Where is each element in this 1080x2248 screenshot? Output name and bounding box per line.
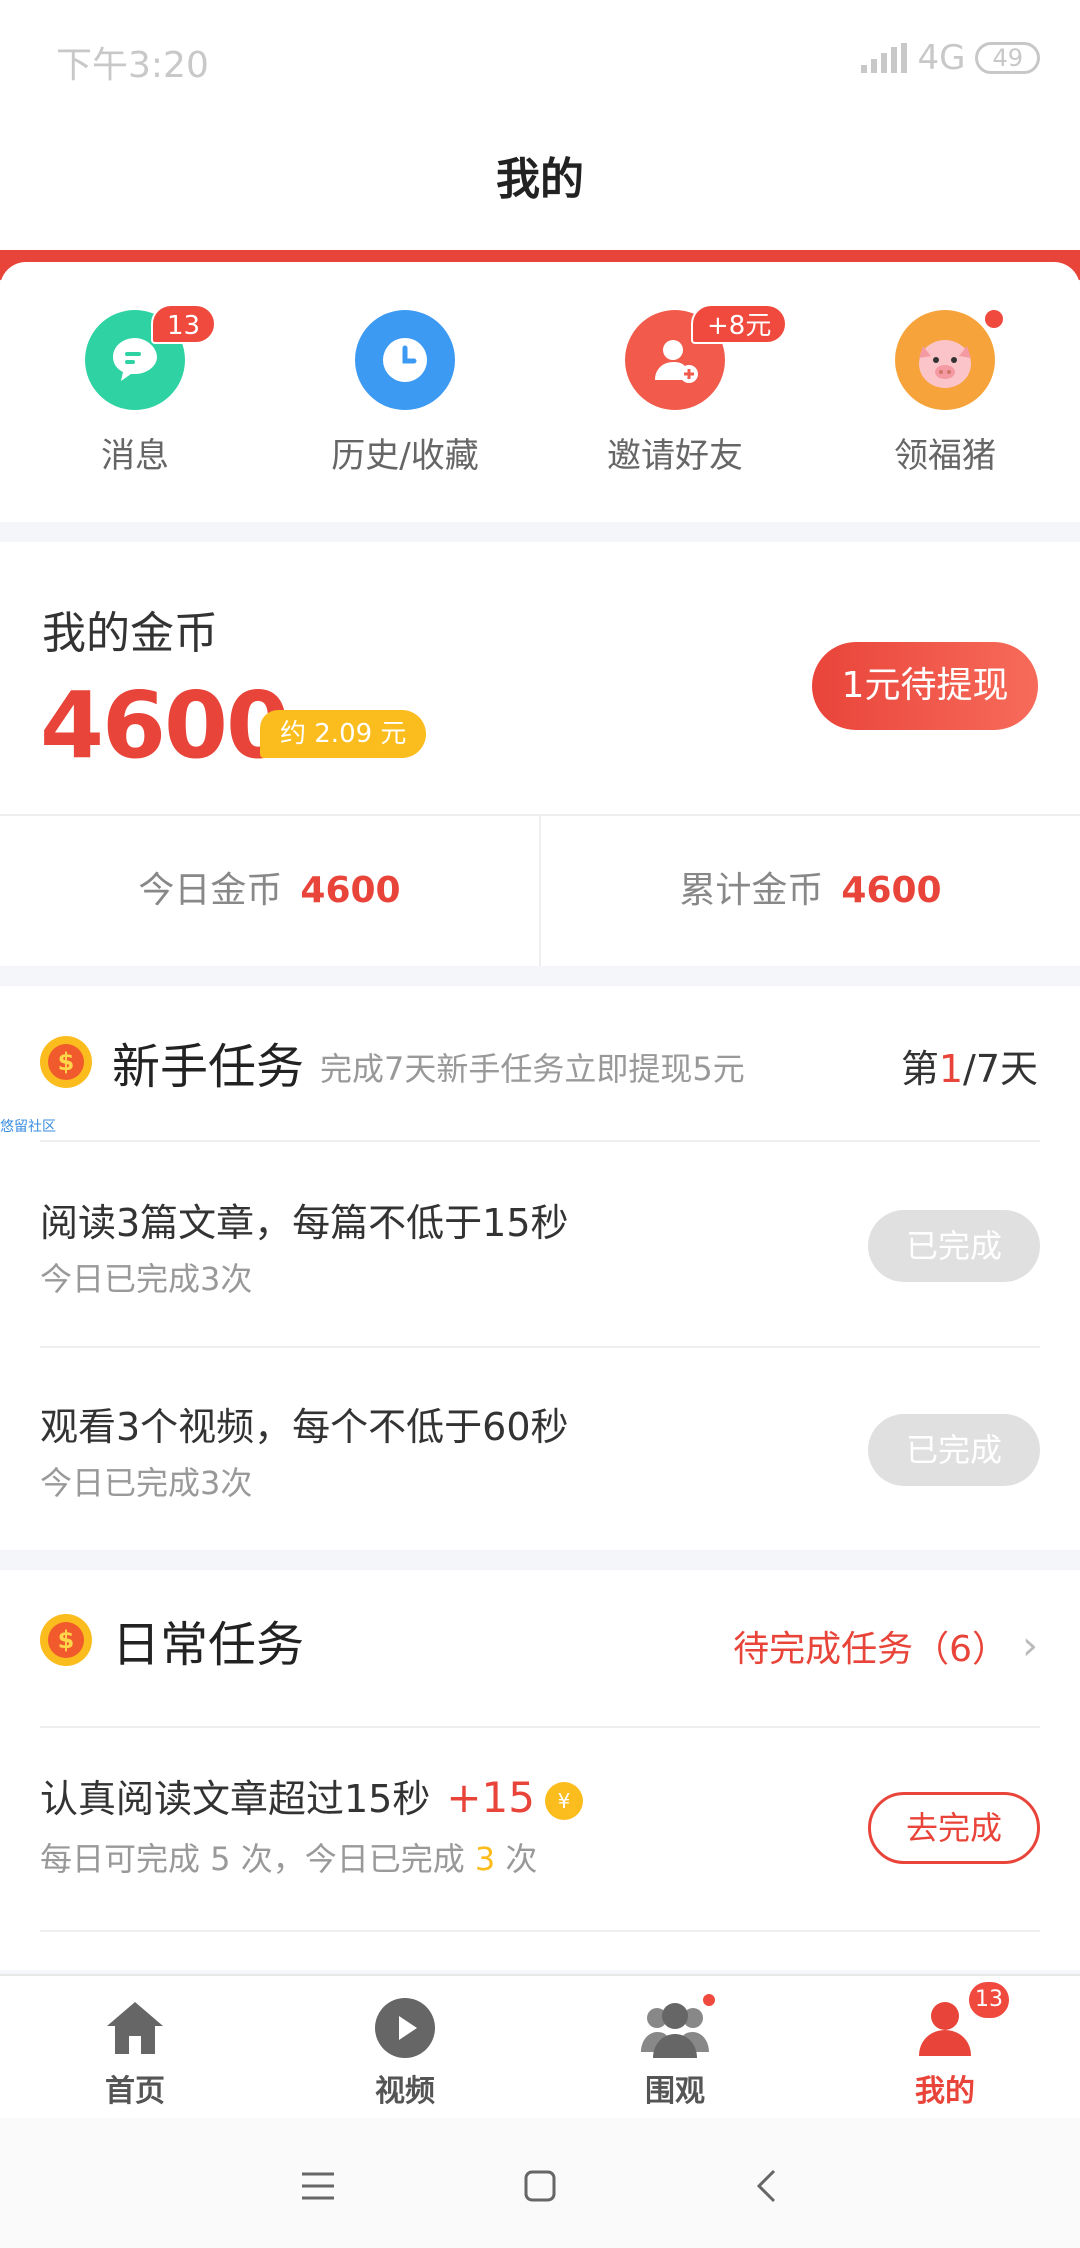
total-coins: 累计金币 4600 (539, 816, 1080, 966)
coin-icon: $ (40, 1036, 92, 1088)
daily-task-row: 认真阅读文章超过15秒 +15 ¥ 每日可完成 5 次，今日已完成 3 次 去完成 (40, 1728, 1040, 1932)
daily-tasks-title: 日常任务 (112, 1617, 305, 1673)
total-coins-value: 4600 (841, 870, 942, 911)
network-type: 4G (917, 38, 966, 78)
watch-notification-dot (701, 1992, 717, 2008)
quick-action-label: 邀请好友 (607, 436, 743, 476)
mine-badge: 13 (967, 1980, 1011, 2020)
task-reward: +15 (446, 1773, 535, 1822)
go-complete-button[interactable]: 去完成 (868, 1792, 1040, 1864)
tab-bar: 首页 视频 围观 13 我的 (0, 1974, 1080, 2118)
battery-icon: 49 (975, 42, 1040, 74)
back-icon[interactable] (736, 2156, 796, 2216)
status-indicators: 4G 49 (861, 38, 1040, 78)
daily-tasks-section: $ 日常任务 待完成任务（6） › 认真阅读文章超过15秒 +15 ¥ 每日可完成 … (0, 1570, 1080, 1970)
coins-title: 我的金币 (42, 608, 218, 659)
coin-icon: $ (40, 1614, 92, 1666)
tab-label: 围观 (645, 2074, 705, 2109)
task-progress: 每日可完成 5 次，今日已完成 3 次 (40, 1834, 537, 1880)
person-icon: 13 (913, 1980, 1011, 2060)
coin-icon: ¥ (545, 1782, 583, 1820)
signal-icon (861, 43, 908, 73)
today-coins-label: 今日金币 (138, 870, 283, 911)
home-nav-icon[interactable] (510, 2156, 570, 2216)
task-progress: 今日已完成3次 (40, 1260, 253, 1298)
coins-approx-badge: 约 2.09 元 (260, 710, 427, 758)
pending-tasks-label: 待完成任务（6） (733, 1629, 1008, 1670)
total-coins-label: 累计金币 (679, 870, 824, 911)
task-title-line: 认真阅读文章超过15秒 +15 ¥ (40, 1768, 583, 1823)
message-icon: 13 (85, 304, 217, 410)
page-title: 我的 (496, 154, 584, 205)
newbie-tasks-title: 新手任务 (112, 1039, 305, 1095)
quick-action-pig[interactable]: 领福猪 (810, 262, 1080, 522)
chevron-right-icon: › (1022, 1623, 1038, 1669)
tab-home[interactable]: 首页 (0, 1976, 270, 2118)
today-coins: 今日金币 4600 (0, 816, 539, 966)
page: 下午3:20 4G 49 我的 13 消息 历史/收藏 +8元 邀请好友 领福猪… (0, 0, 1080, 2248)
clock-icon (355, 310, 455, 410)
watermark: 悠留社区 (0, 1119, 56, 1135)
today-coins-value: 4600 (300, 870, 401, 911)
header: 我的 (0, 120, 1080, 250)
add-user-icon: +8元 (625, 304, 788, 410)
tab-video[interactable]: 视频 (270, 1976, 540, 2118)
quick-action-label: 历史/收藏 (331, 436, 479, 476)
home-icon (103, 1996, 167, 2060)
withdraw-button[interactable]: 1元待提现 (812, 642, 1038, 730)
day-suffix: /7天 (963, 1047, 1038, 1091)
task-progress-prefix: 每日可完成 5 次，今日已完成 (40, 1840, 475, 1878)
newbie-task-row: 观看3个视频，每个不低于60秒 今日已完成3次 已完成 (40, 1346, 1040, 1550)
tab-label: 首页 (105, 2074, 165, 2109)
task-title: 认真阅读文章超过15秒 (40, 1777, 431, 1821)
quick-action-label: 消息 (101, 436, 169, 476)
quick-actions: 13 消息 历史/收藏 +8元 邀请好友 领福猪 (0, 262, 1080, 522)
day-counter: 第1/7天 (901, 1038, 1038, 1093)
pig-notification-dot (985, 310, 1003, 328)
newbie-tasks-section: $ 新手任务 完成7天新手任务立即提现5元 第1/7天 悠留社区 阅读3篇文章，… (0, 986, 1080, 1550)
status-time: 下午3:20 (56, 45, 209, 86)
tab-watch[interactable]: 围观 (540, 1976, 810, 2118)
coins-stats: 今日金币 4600 累计金币 4600 (0, 816, 1080, 966)
messages-badge: 13 (151, 304, 217, 344)
quick-action-label: 领福猪 (894, 436, 996, 476)
play-icon (373, 1996, 437, 2060)
group-icon (639, 1992, 717, 2060)
task-title: 阅读3篇文章，每篇不低于15秒 (40, 1201, 569, 1245)
task-progress-suffix: 次 (495, 1840, 538, 1878)
tab-label: 我的 (915, 2074, 975, 2109)
task-done-button[interactable]: 已完成 (868, 1210, 1040, 1282)
newbie-task-row: 阅读3篇文章，每篇不低于15秒 今日已完成3次 已完成 (40, 1142, 1040, 1346)
system-nav-bar (0, 2118, 1080, 2248)
pending-tasks-link[interactable]: 待完成任务（6） › (733, 1620, 1038, 1672)
quick-action-messages[interactable]: 13 消息 (0, 262, 270, 522)
pig-icon (895, 310, 1003, 410)
tab-label: 视频 (375, 2074, 435, 2109)
status-bar: 下午3:20 4G 49 (0, 0, 1080, 120)
quick-action-history[interactable]: 历史/收藏 (270, 262, 540, 522)
task-progress-count: 3 (474, 1840, 496, 1878)
invite-reward-badge: +8元 (691, 304, 788, 344)
day-current: 1 (938, 1047, 964, 1091)
coins-amount: 4600 (40, 672, 290, 779)
task-done-button[interactable]: 已完成 (868, 1414, 1040, 1486)
newbie-tasks-header: $ 新手任务 完成7天新手任务立即提现5元 (40, 1022, 1040, 1102)
newbie-tasks-subtitle: 完成7天新手任务立即提现5元 (320, 1050, 745, 1088)
divider (40, 1930, 1040, 1932)
tab-mine[interactable]: 13 我的 (810, 1976, 1080, 2118)
task-title: 观看3个视频，每个不低于60秒 (40, 1405, 569, 1449)
day-prefix: 第 (900, 1047, 939, 1091)
quick-action-invite[interactable]: +8元 邀请好友 (540, 262, 810, 522)
task-progress: 今日已完成3次 (40, 1464, 253, 1502)
coins-card: 我的金币 4600 约 2.09 元 1元待提现 今日金币 4600 累计金币 46… (0, 542, 1080, 966)
menu-icon[interactable] (288, 2156, 348, 2216)
